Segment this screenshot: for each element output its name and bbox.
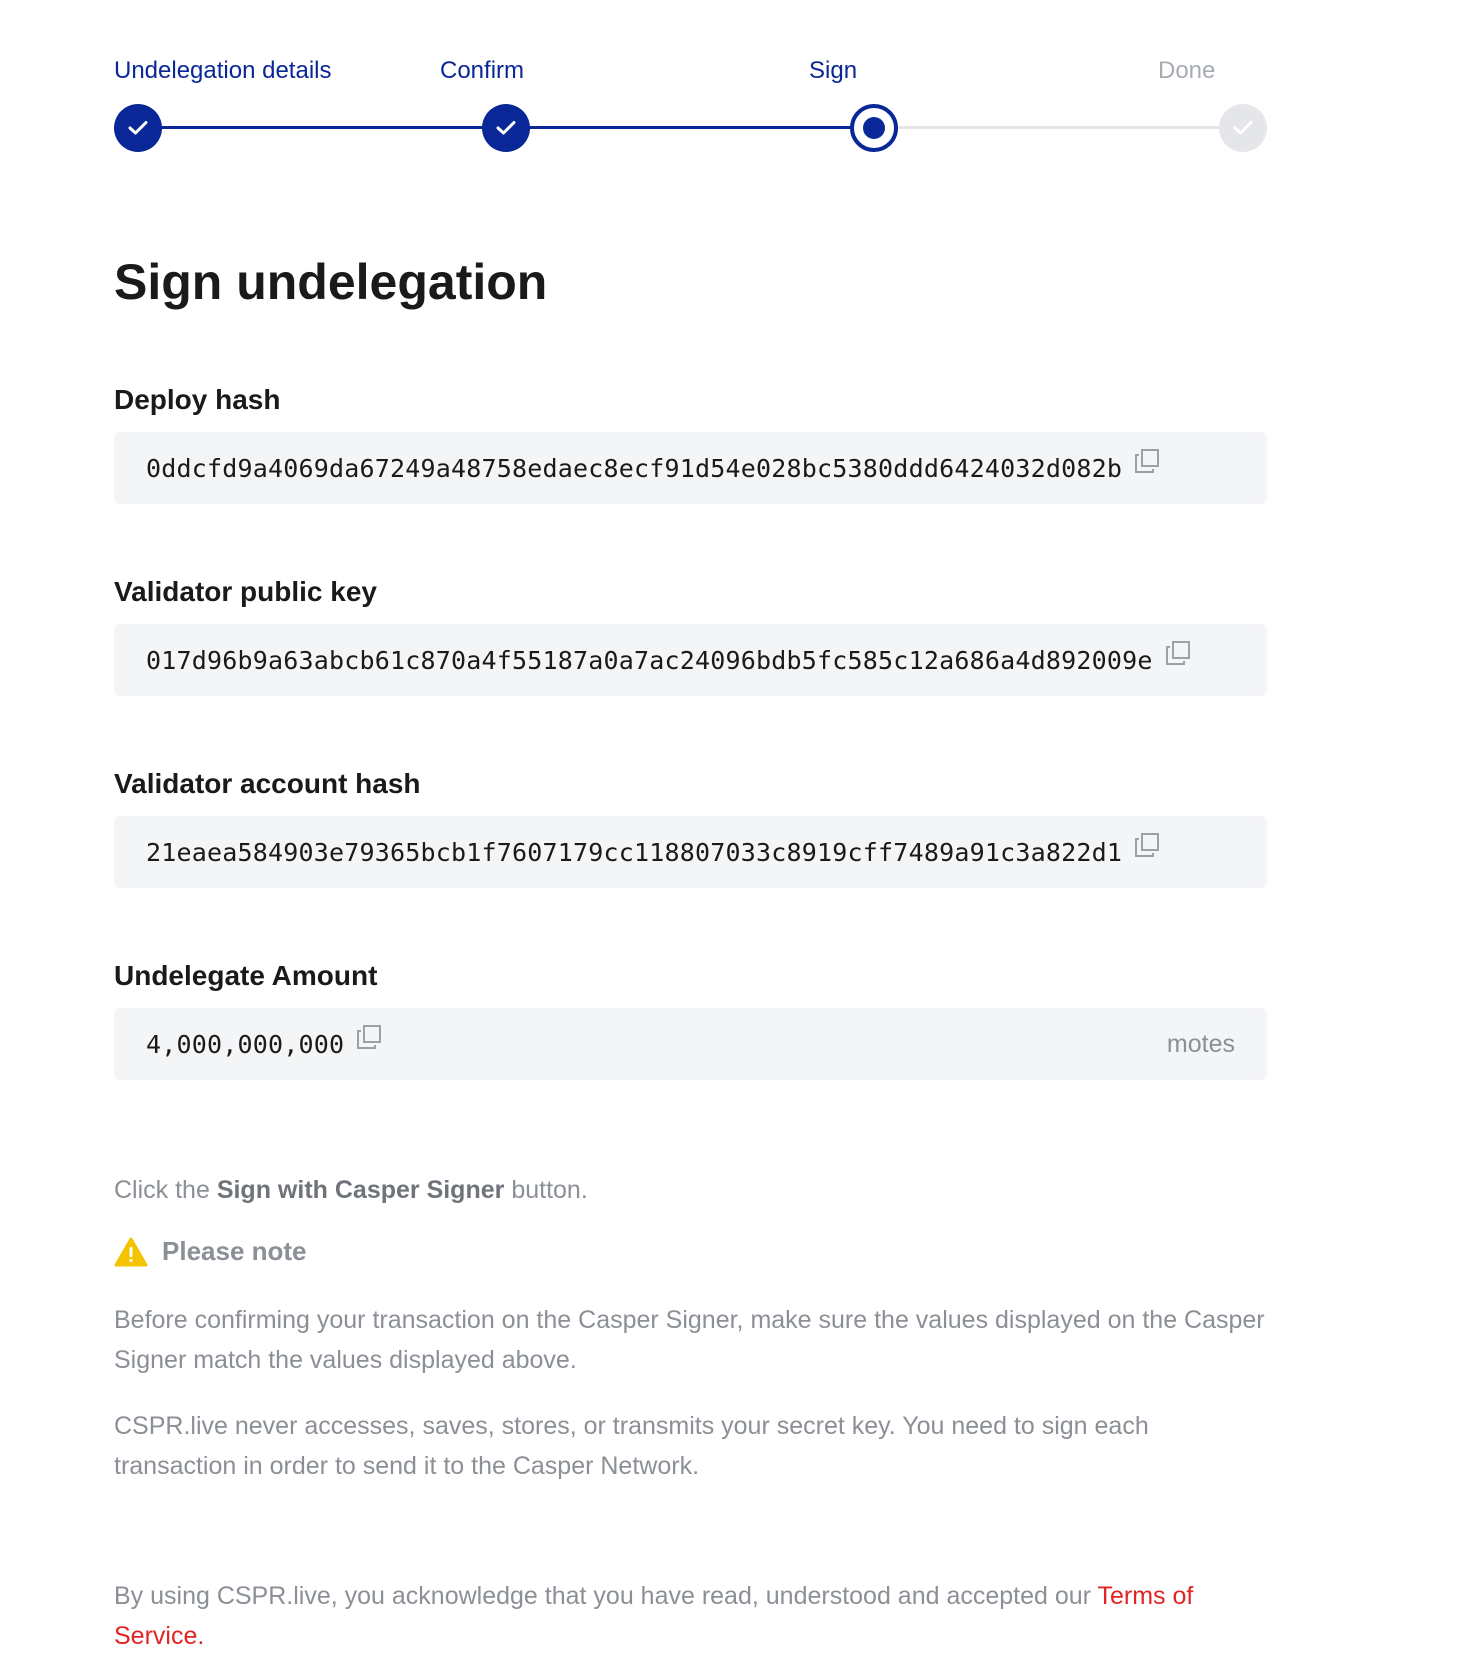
terms-acknowledgement-text: By using CSPR.live, you acknowledge that… (114, 1582, 1098, 1610)
step-connector-1 (138, 126, 506, 129)
undelegate-amount-field: 4,000,000,000 motes (114, 1008, 1267, 1080)
validator-account-hash-field: 21eaea584903e79365bcb1f7607179cc11880703… (114, 816, 1267, 888)
note-paragraph-secret-key: CSPR.live never accesses, saves, stores,… (114, 1412, 1149, 1480)
step-label-sign: Sign (809, 57, 858, 84)
deploy-hash-value: 0ddcfd9a4069da67249a48758edaec8ecf91d54e… (146, 453, 1123, 483)
checkmark-icon (1233, 121, 1253, 135)
step-indicator-undelegation-details (114, 104, 162, 152)
deploy-hash-label: Deploy hash (114, 384, 281, 415)
step-indicator-done (1219, 104, 1267, 152)
please-note-text: Please note (162, 1236, 307, 1266)
step-connector-2 (506, 126, 874, 129)
step-label-done: Done (1158, 57, 1216, 84)
step-indicator-confirm (482, 104, 530, 152)
current-step-dot (863, 117, 885, 139)
sign-instruction: Click the Sign with Casper Signer button… (114, 1170, 1267, 1210)
instruction-suffix: button. (504, 1176, 588, 1204)
deploy-hash-field: 0ddcfd9a4069da67249a48758edaec8ecf91d54e… (114, 432, 1267, 504)
validator-account-hash-value: 21eaea584903e79365bcb1f7607179cc11880703… (146, 837, 1123, 867)
copy-icon[interactable] (1134, 832, 1160, 858)
note-paragraph-signer-values: Before confirming your transaction on th… (114, 1306, 1265, 1374)
validator-public-key-field: 017d96b9a63abcb61c870a4f55187a0a7ac24096… (114, 624, 1267, 696)
instruction-button-name: Sign with Casper Signer (216, 1176, 505, 1204)
step-label-undelegation-details: Undelegation details (114, 57, 332, 84)
step-connector-3 (874, 126, 1243, 129)
amount-unit: motes (1166, 1029, 1235, 1058)
step-indicator-sign (850, 104, 898, 152)
checkmark-icon (496, 121, 516, 135)
copy-icon[interactable] (1134, 448, 1160, 474)
step-label-confirm: Confirm (440, 57, 525, 84)
validator-public-key-label: Validator public key (114, 576, 377, 607)
page-container: Undelegation details Confirm Sign Done S… (114, 0, 1267, 1650)
terms-acknowledgement: By using CSPR.live, you acknowledge that… (114, 1576, 1267, 1656)
validator-account-hash-label: Validator account hash (114, 768, 421, 799)
undelegate-amount-value: 4,000,000,000 (146, 1029, 345, 1059)
progress-stepper: Undelegation details Confirm Sign Done (114, 0, 1267, 160)
checkmark-icon (128, 121, 148, 135)
copy-icon[interactable] (356, 1024, 382, 1050)
copy-icon[interactable] (1165, 640, 1191, 666)
warning-icon (114, 1237, 148, 1266)
undelegate-amount-label: Undelegate Amount (114, 960, 378, 991)
validator-public-key-value: 017d96b9a63abcb61c870a4f55187a0a7ac24096… (146, 645, 1153, 675)
page-title: Sign undelegation (114, 254, 548, 310)
instruction-prefix: Click the (114, 1176, 217, 1204)
please-note-heading: Please note (114, 1236, 307, 1267)
